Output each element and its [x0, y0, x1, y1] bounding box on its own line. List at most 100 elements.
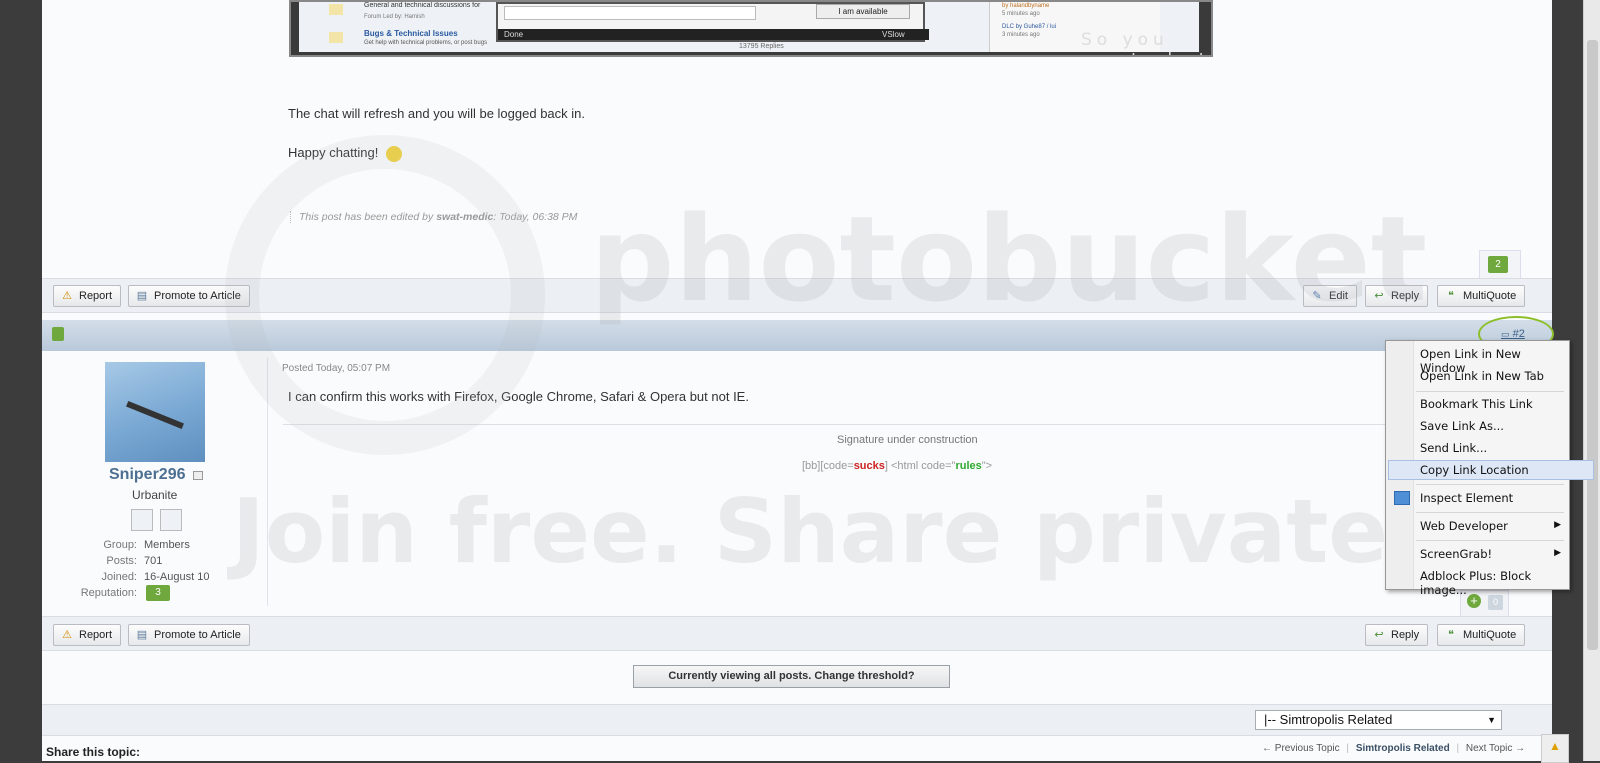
multiquote-button[interactable]: ❝ MultiQuote [1437, 624, 1526, 646]
back-to-top-button[interactable]: ▲ [1541, 734, 1569, 763]
embed-status-done: Done [504, 30, 524, 39]
menu-separator [1416, 540, 1564, 541]
group-label: Group: [103, 539, 137, 551]
menu-save-link-as[interactable]: Save Link As... [1420, 419, 1504, 433]
menu-web-developer[interactable]: Web Developer [1420, 519, 1508, 533]
post-button-bar [42, 616, 1552, 651]
menu-separator [1416, 391, 1564, 392]
post-text-refresh: The chat will refresh and you will be lo… [288, 106, 585, 121]
avatar[interactable] [105, 362, 205, 462]
multiquote-label: MultiQuote [1463, 290, 1517, 302]
report-button[interactable]: ⚠ Report [53, 285, 122, 307]
embed-status-bar: Done VSlow [498, 29, 929, 40]
multiquote-button[interactable]: ❝ MultiQuote [1437, 285, 1526, 307]
submenu-arrow-icon: ▶ [1554, 520, 1561, 530]
sig-code-sucks: sucks [853, 460, 885, 472]
report-label: Report [79, 290, 113, 302]
user-field-values: Members 701 16-August 10 [144, 537, 209, 585]
share-title: Share this topic: [46, 745, 141, 759]
rep-count: 0 [1488, 595, 1503, 610]
multiquote-icon: ❝ [1448, 289, 1454, 302]
user-title: Urbanite [132, 488, 178, 502]
embed-side-line: DLC by Guhe87 / lui [1002, 24, 1057, 30]
edit-label: Edit [1329, 290, 1348, 302]
topic-navigation: ← Previous Topic | Simtropolis Related |… [1262, 743, 1525, 754]
embed-chat-input [504, 6, 756, 20]
warning-icon: ⚠ [62, 289, 72, 302]
edit-button[interactable]: ✎ Edit [1303, 285, 1357, 307]
context-menu: Open Link in New Window Open Link in New… [1385, 340, 1594, 597]
chevron-down-icon: ▼ [1487, 715, 1496, 725]
threshold-button[interactable]: Currently viewing all posts. Change thre… [633, 665, 950, 688]
posts-label: Posts: [106, 555, 137, 567]
menu-send-link[interactable]: Send Link... [1420, 441, 1487, 455]
warning-icon: ⚠ [62, 628, 72, 641]
rep-badge: 2 [1488, 256, 1508, 273]
embed-item-meta: Forum Led by: Hamish [364, 14, 425, 20]
nav-separator: | [1456, 743, 1460, 754]
add-friend-icon[interactable] [131, 509, 153, 531]
reply-label: Reply [1391, 629, 1420, 641]
reply-label: Reply [1391, 290, 1420, 302]
next-topic-link[interactable]: Next Topic → [1466, 743, 1525, 754]
sig-code-part: ] <html code=" [884, 460, 956, 472]
scrollbar-thumb[interactable] [1587, 40, 1598, 650]
offline-icon [193, 471, 203, 480]
embedded-screenshot-image: General and technical discussions for Fo… [289, 0, 1213, 57]
reply-icon: ↩ [1374, 628, 1384, 641]
page-scrollbar[interactable] [1583, 0, 1600, 761]
forum-folder-icon [329, 32, 343, 43]
embed-side-line: by halandbyname [1002, 3, 1050, 9]
current-forum-link[interactable]: Simtropolis Related [1356, 743, 1450, 754]
online-user-icon [52, 327, 64, 341]
menu-open-new-tab[interactable]: Open Link in New Tab [1420, 369, 1544, 383]
embed-side-line: 5 minutes ago [1002, 11, 1040, 17]
embed-replies: 13795 Replies [739, 43, 784, 50]
joined-value: 16-August 10 [144, 571, 210, 583]
pencil-icon: ✎ [1312, 289, 1322, 302]
submenu-arrow-icon: ▶ [1554, 548, 1561, 558]
menu-copy-link-location[interactable]: Copy Link Location [1420, 463, 1529, 477]
user-field-labels: Group: Posts: Joined: Reputation: [71, 537, 137, 601]
reputation-label: Reputation: [80, 587, 137, 599]
embed-side-line: 3 minutes ago [1002, 32, 1040, 38]
menu-separator [1416, 484, 1564, 485]
username[interactable]: Sniper296 [109, 466, 185, 484]
watermark-logo [225, 135, 545, 455]
menu-inspect-element[interactable]: Inspect Element [1420, 491, 1513, 505]
avatar-jet [126, 400, 184, 430]
sig-code-part: [bb][code= [802, 460, 854, 472]
profile-card-icon[interactable] [160, 509, 182, 531]
multiquote-icon: ❝ [1448, 628, 1454, 641]
group-value: Members [144, 539, 190, 551]
joined-label: Joined: [101, 571, 137, 583]
report-button[interactable]: ⚠ Report [53, 624, 122, 646]
embed-caption: So you want chat in a tab, eh? [1081, 30, 1205, 55]
sig-code-part: "> [981, 460, 993, 472]
multiquote-label: MultiQuote [1463, 629, 1517, 641]
embed-item-desc: General and technical discussions for [364, 2, 481, 9]
user-rep-badge: 3 [146, 585, 170, 601]
article-icon: ▤ [136, 289, 148, 302]
menu-adblock-block-image[interactable]: Adblock Plus: Block image... [1420, 569, 1569, 597]
menu-bookmark-link[interactable]: Bookmark This Link [1420, 397, 1533, 411]
posts-value: 701 [144, 555, 163, 567]
reply-button[interactable]: ↩ Reply [1365, 285, 1429, 307]
promote-label: Promote to Article [154, 629, 241, 641]
sig-code-rules: rules [955, 460, 982, 472]
embedded-chat-window: I am available Done VSlow [496, 2, 929, 42]
embed-forum-title: Bugs & Technical Issues [364, 29, 458, 38]
previous-topic-link[interactable]: ← Previous Topic [1262, 743, 1340, 754]
menu-screengrab[interactable]: ScreenGrab! [1420, 547, 1492, 561]
signature-code: [bb][code=sucks] <html code="rules"> [802, 460, 992, 472]
inspect-icon [1394, 491, 1410, 505]
article-icon: ▤ [136, 628, 148, 641]
embed-forum-desc: Get help with technical problems, or pos… [364, 40, 488, 46]
embed-available-button: I am available [816, 4, 910, 19]
reply-button[interactable]: ↩ Reply [1365, 624, 1429, 646]
forum-folder-icon [329, 4, 343, 15]
embed-status-speed: VSlow [882, 30, 905, 39]
reply-icon: ↩ [1374, 289, 1384, 302]
promote-button[interactable]: ▤ Promote to Article [128, 624, 250, 646]
forum-jump-select[interactable]: |-- Simtropolis Related ▼ [1255, 710, 1502, 730]
